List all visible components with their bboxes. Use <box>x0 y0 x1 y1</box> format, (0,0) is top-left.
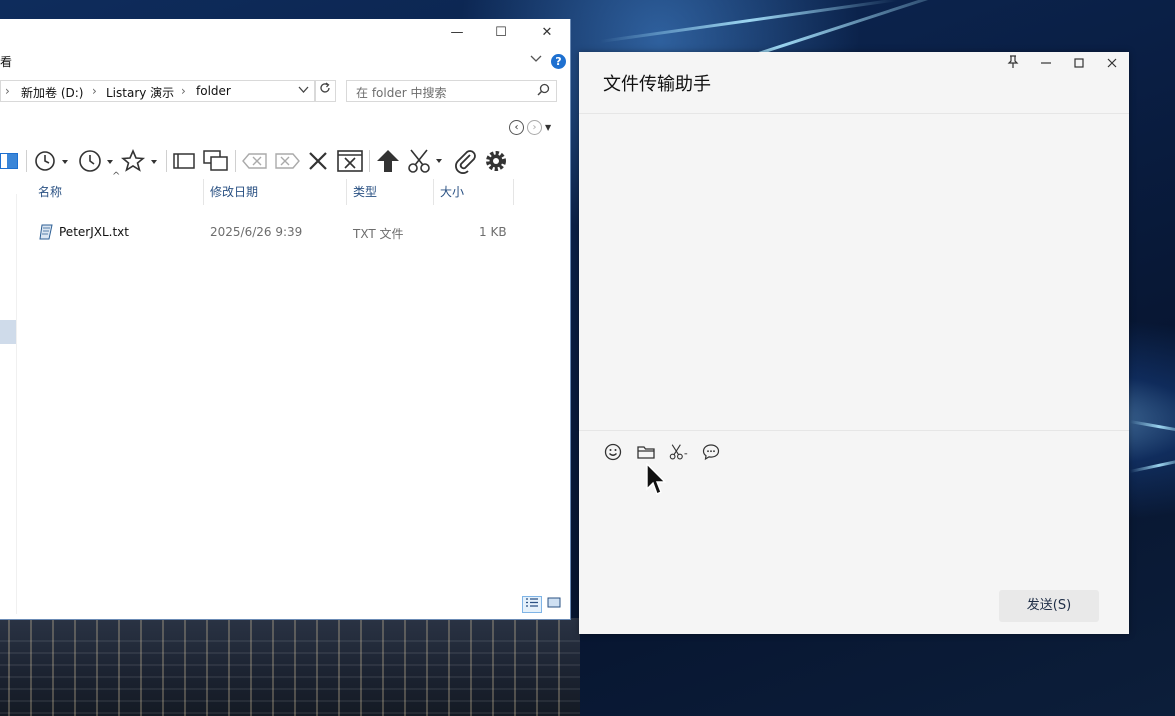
folder-icon[interactable] <box>636 442 656 462</box>
breadcrumb-folder[interactable]: folder <box>196 84 231 98</box>
breadcrumb-listary[interactable]: Listary 演示 <box>106 84 174 101</box>
scissors-icon[interactable] <box>669 442 689 462</box>
search-icon[interactable] <box>537 83 550 100</box>
refresh-icon[interactable] <box>314 80 336 102</box>
mouse-cursor-icon <box>646 462 668 497</box>
recent-icon[interactable] <box>76 147 116 175</box>
file-size: 1 KB <box>479 225 507 239</box>
light-beam <box>1129 457 1175 473</box>
input-divider <box>579 430 1129 431</box>
sort-caret-icon: ^ <box>112 171 121 182</box>
menu-view[interactable]: 看 <box>0 53 12 70</box>
chat-bubble-icon[interactable] <box>701 442 721 462</box>
header-divider <box>579 113 1129 114</box>
breadcrumb-separator: › <box>181 84 186 98</box>
pin-icon[interactable] <box>1001 54 1025 78</box>
column-size[interactable]: 大小 <box>440 183 464 203</box>
address-bar[interactable]: › 新加卷 (D:) › Listary 演示 › folder <box>0 80 316 102</box>
forward-icon[interactable]: › <box>527 120 542 135</box>
toolbar-divider <box>166 150 167 172</box>
attach-icon[interactable] <box>451 147 479 175</box>
file-modified: 2025/6/26 9:39 <box>210 225 303 239</box>
search-placeholder: 在 folder 中搜索 <box>356 86 447 100</box>
new-window-icon[interactable] <box>201 147 231 175</box>
file-explorer-window: — ☐ ✕ 看 ? › 新加卷 (D:) › Listary 演示 › fold… <box>0 19 571 620</box>
maximize-icon[interactable] <box>1067 54 1091 78</box>
toolbar-divider <box>369 150 370 172</box>
text-file-icon <box>39 224 53 240</box>
column-divider[interactable] <box>433 179 434 205</box>
breadcrumb-drive[interactable]: 新加卷 (D:) <box>21 84 83 101</box>
navigation-pane-border <box>16 194 17 614</box>
history-icon[interactable] <box>33 147 71 175</box>
breadcrumb-separator: › <box>5 84 10 98</box>
search-input[interactable]: 在 folder 中搜索 <box>346 80 557 102</box>
toolbar-divider <box>235 150 236 172</box>
nav-dropdown-icon[interactable]: ▼ <box>545 123 551 132</box>
large-icons-view-icon[interactable] <box>544 596 564 613</box>
favorite-star-icon[interactable] <box>121 147 161 175</box>
close-x-icon[interactable] <box>305 147 331 175</box>
cut-icon[interactable] <box>405 147 447 175</box>
city-buildings <box>0 630 580 716</box>
column-divider[interactable] <box>203 179 204 205</box>
minimize-icon[interactable] <box>1034 54 1058 78</box>
back-icon[interactable]: ‹ <box>509 120 524 135</box>
file-type: TXT 文件 <box>353 227 404 241</box>
emoji-icon[interactable] <box>603 442 623 462</box>
column-modified[interactable]: 修改日期 <box>210 183 258 203</box>
details-view-icon[interactable] <box>522 596 542 613</box>
up-arrow-icon[interactable] <box>374 147 402 175</box>
address-dropdown-icon[interactable] <box>298 84 309 97</box>
file-name: PeterJXL.txt <box>59 225 129 239</box>
pane-icon[interactable] <box>0 153 18 169</box>
light-beam <box>1129 420 1175 434</box>
maximize-button[interactable]: ☐ <box>478 19 524 47</box>
navigation-selected-item[interactable] <box>0 320 16 344</box>
ribbon-expand-icon[interactable] <box>530 53 542 66</box>
close-window-icon[interactable] <box>335 147 365 175</box>
breadcrumb-separator: › <box>92 84 97 98</box>
column-divider[interactable] <box>513 179 514 205</box>
file-transfer-chat-window: 文件传输助手 发送(S) <box>579 52 1129 634</box>
help-icon[interactable]: ? <box>551 54 566 69</box>
nav-arrows: ‹ › ▼ <box>509 119 551 135</box>
toolbar <box>0 147 570 175</box>
view-toggle <box>522 596 566 613</box>
gear-icon[interactable] <box>482 147 510 175</box>
close-button[interactable]: ✕ <box>524 19 570 47</box>
forward-delete-icon[interactable] <box>272 147 302 175</box>
toolbar-divider <box>26 150 27 172</box>
column-type[interactable]: 类型 <box>353 183 377 203</box>
table-row[interactable]: PeterJXL.txt 2025/6/26 9:39 TXT 文件 1 KB <box>0 222 520 244</box>
chat-title: 文件传输助手 <box>603 74 711 95</box>
column-name[interactable]: 名称 <box>38 183 62 203</box>
minimize-button[interactable]: — <box>434 19 480 47</box>
panel-icon[interactable] <box>171 147 197 175</box>
send-button[interactable]: 发送(S) <box>999 590 1099 622</box>
column-divider[interactable] <box>346 179 347 205</box>
backspace-icon[interactable] <box>240 147 270 175</box>
explorer-titlebar: — ☐ ✕ <box>0 19 570 47</box>
close-icon[interactable] <box>1100 54 1124 78</box>
